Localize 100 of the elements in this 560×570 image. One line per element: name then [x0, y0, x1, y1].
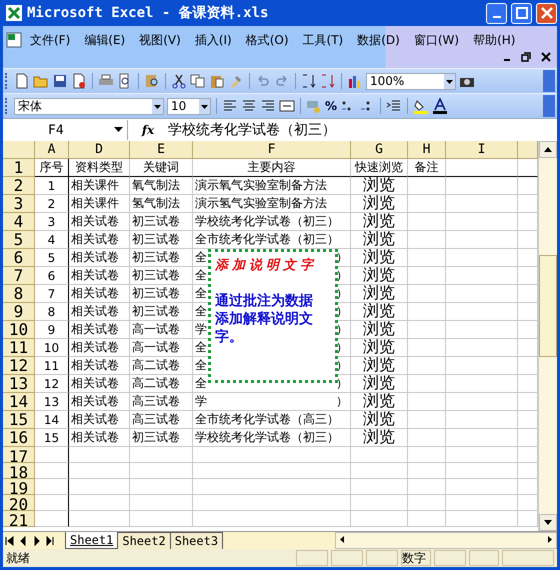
- scroll-up-icon[interactable]: [544, 147, 552, 152]
- row-header[interactable]: 9: [3, 303, 35, 321]
- window-title: Microsoft Excel - 备课资料.xls: [27, 4, 270, 22]
- row-header[interactable]: 17: [3, 447, 35, 463]
- row-header[interactable]: 13: [3, 375, 35, 393]
- chart-icon[interactable]: [347, 73, 363, 89]
- row-header[interactable]: 2: [3, 177, 35, 195]
- table-cell: [408, 511, 446, 527]
- table-cell: 3: [35, 213, 69, 231]
- horizontal-scrollbar[interactable]: [335, 532, 557, 549]
- fill-color-icon[interactable]: [413, 98, 430, 114]
- cell-text: 学: [195, 321, 207, 338]
- sort-descending-icon[interactable]: [320, 73, 336, 89]
- menu-item[interactable]: 帮助(H): [466, 32, 522, 48]
- row-header[interactable]: 11: [3, 339, 35, 357]
- dropdown-arrow-icon[interactable]: [114, 127, 123, 133]
- cell-text: ）: [336, 393, 348, 410]
- column-header[interactable]: E: [130, 141, 193, 159]
- row-header[interactable]: 12: [3, 357, 35, 375]
- close-button[interactable]: [536, 2, 557, 24]
- sheet-tab[interactable]: Sheet2: [117, 532, 171, 550]
- table-cell: [446, 213, 518, 231]
- row-header[interactable]: 7: [3, 267, 35, 285]
- table-cell: [408, 463, 446, 479]
- table-cell: [408, 267, 446, 285]
- table-cell: [408, 321, 446, 339]
- table-cell: [446, 511, 518, 527]
- menu-item[interactable]: 数据(D): [350, 32, 407, 48]
- table-cell: 初三试卷: [130, 285, 193, 303]
- table-cell: 9: [35, 321, 69, 339]
- menu-item[interactable]: 视图(V): [132, 32, 188, 48]
- cell-text: 全: [195, 285, 207, 302]
- table-cell: 相关课件: [69, 177, 130, 195]
- table-cell: 相关试卷: [69, 375, 130, 393]
- sort-ascending-icon[interactable]: [301, 73, 317, 89]
- maximize-button[interactable]: [511, 2, 532, 24]
- restore-icon[interactable]: [521, 52, 531, 62]
- new-file-icon[interactable]: [14, 73, 30, 89]
- font-dropdown[interactable]: 宋体: [14, 98, 164, 114]
- menu-item[interactable]: 工具(T): [296, 32, 350, 48]
- row-header[interactable]: 3: [3, 195, 35, 213]
- row-header[interactable]: 19: [3, 479, 35, 495]
- font-color-icon[interactable]: [432, 98, 448, 114]
- column-header[interactable]: A: [35, 141, 69, 159]
- sheet-tab[interactable]: Sheet3: [170, 532, 224, 550]
- row-header[interactable]: 21: [3, 511, 35, 527]
- row-header[interactable]: 16: [3, 429, 35, 447]
- copy-icon[interactable]: [190, 73, 206, 89]
- table-cell: 关键词: [130, 159, 193, 177]
- vertical-scrollbar[interactable]: [538, 141, 557, 531]
- menu-item[interactable]: 格式(O): [238, 32, 296, 48]
- percent-style-button[interactable]: %: [325, 99, 338, 113]
- close-icon[interactable]: [541, 52, 551, 62]
- minimize-button[interactable]: [486, 2, 507, 24]
- zoom-dropdown[interactable]: 100%: [366, 72, 456, 90]
- row-header[interactable]: 20: [3, 495, 35, 511]
- column-header[interactable]: G: [351, 141, 408, 159]
- permission-icon[interactable]: [71, 73, 87, 89]
- table-cell: [408, 495, 446, 511]
- cell-text: 全: [195, 303, 207, 320]
- cut-icon[interactable]: [171, 73, 187, 89]
- row-header[interactable]: 8: [3, 285, 35, 303]
- row-header[interactable]: 4: [3, 213, 35, 231]
- row-header[interactable]: 5: [3, 231, 35, 249]
- column-header[interactable]: H: [408, 141, 446, 159]
- formula-input[interactable]: 学校统考化学试卷（初三）: [168, 121, 336, 139]
- table-cell: 初三试卷: [130, 213, 193, 231]
- menu-item[interactable]: 插入(I): [188, 32, 239, 48]
- status-pane: [366, 550, 398, 566]
- merge-center-icon[interactable]: [279, 98, 295, 114]
- sheet-tab[interactable]: Sheet1: [65, 532, 118, 549]
- table-cell: [408, 249, 446, 267]
- table-cell: 序号: [35, 159, 69, 177]
- table-cell: [408, 411, 446, 429]
- paste-icon[interactable]: [209, 73, 225, 89]
- cell-text: 全: [195, 357, 207, 374]
- row-header[interactable]: 18: [3, 463, 35, 479]
- row-header[interactable]: 1: [3, 159, 35, 177]
- table-cell: [69, 479, 130, 495]
- scroll-thumb[interactable]: [539, 255, 557, 357]
- column-header[interactable]: D: [69, 141, 130, 159]
- font-size-dropdown[interactable]: 10: [167, 98, 211, 114]
- workbook-icon[interactable]: [5, 31, 23, 49]
- table-cell: [130, 511, 193, 527]
- menu-item[interactable]: 编辑(E): [77, 32, 132, 48]
- menu-item[interactable]: 文件(F): [23, 32, 78, 48]
- row-header[interactable]: 15: [3, 411, 35, 429]
- comment-text: 通过批注为数据添加解释说明文字。: [215, 292, 314, 346]
- table-cell: 相关试卷: [69, 231, 130, 249]
- row-header[interactable]: 10: [3, 321, 35, 339]
- menu-item[interactable]: 窗口(W): [406, 32, 466, 48]
- insert-function-button[interactable]: fx: [128, 123, 168, 137]
- row-header[interactable]: 6: [3, 249, 35, 267]
- name-box[interactable]: F4: [3, 120, 128, 140]
- column-header[interactable]: I: [446, 141, 518, 159]
- save-icon[interactable]: [52, 73, 68, 89]
- scroll-down-icon[interactable]: [544, 520, 552, 525]
- table-cell: 相关试卷: [69, 393, 130, 411]
- column-header[interactable]: F: [193, 141, 351, 159]
- row-header[interactable]: 14: [3, 393, 35, 411]
